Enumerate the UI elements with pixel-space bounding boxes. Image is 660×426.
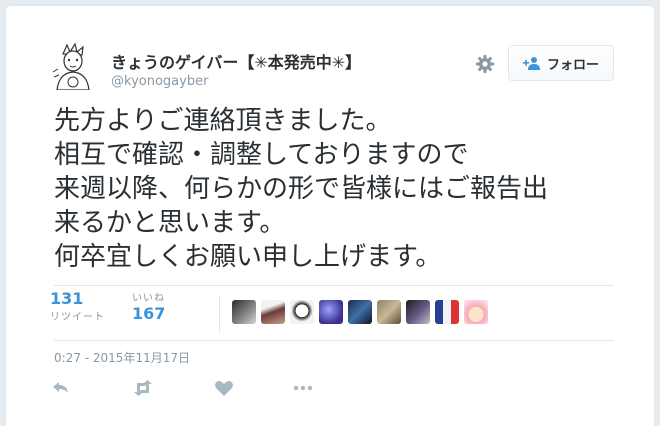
retweet-stat[interactable]: 131 リツイート xyxy=(50,289,105,323)
liker-avatar[interactable] xyxy=(290,300,314,324)
like-icon[interactable] xyxy=(213,379,235,397)
tweet-text: 先方よりご連絡頂きました。 相互で確認・調整しておりますので 来週以降、何らかの… xyxy=(54,104,634,274)
add-user-icon xyxy=(522,56,541,70)
liker-avatar[interactable] xyxy=(232,300,256,324)
like-label: いいね xyxy=(132,293,165,304)
stats-separator xyxy=(219,295,220,333)
liker-avatar[interactable] xyxy=(319,300,343,324)
liker-avatar[interactable] xyxy=(348,300,372,324)
gear-icon[interactable] xyxy=(475,54,495,74)
follow-button[interactable]: フォロー xyxy=(508,45,614,81)
more-icon[interactable] xyxy=(292,379,314,397)
author-display-name[interactable]: きょうのゲイバー【✳︎本発売中✳︎】 xyxy=(111,49,361,73)
follow-button-label: フォロー xyxy=(546,57,599,73)
like-count: 167 xyxy=(132,304,166,323)
liker-avatar[interactable] xyxy=(261,300,285,324)
retweet-label: リツイート xyxy=(50,312,105,323)
tweet-card: きょうのゲイバー【✳︎本発売中✳︎】 @kyonogayber フォロー 先方よ… xyxy=(5,5,655,426)
tweet-text-line: 来週以降、何らかの形で皆様にはご報告出 xyxy=(54,174,549,204)
tweet-text-line: 相互で確認・調整しておりますので xyxy=(54,140,469,170)
retweet-count: 131 xyxy=(50,289,84,308)
reply-icon[interactable] xyxy=(50,379,72,397)
retweet-icon[interactable] xyxy=(132,379,154,397)
tweet-text-line: 先方よりご連絡頂きました。 xyxy=(54,106,392,136)
avatar-illustration xyxy=(49,42,97,90)
like-stat[interactable]: いいね 167 xyxy=(132,289,165,323)
likers-avatars xyxy=(232,300,493,324)
tweet-text-line: 何卒宜しくお願い申し上げます。 xyxy=(54,242,442,272)
liker-avatar[interactable] xyxy=(406,300,430,324)
author-handle[interactable]: @kyonogayber xyxy=(111,74,208,89)
liker-avatar[interactable] xyxy=(435,300,459,324)
author-avatar[interactable] xyxy=(49,42,97,90)
tweet-timestamp[interactable]: 0:27 - 2015年11月17日 xyxy=(54,349,190,366)
stats-divider xyxy=(54,340,614,341)
tweet-text-line: 来るかと思います。 xyxy=(54,208,286,238)
liker-avatar[interactable] xyxy=(464,300,488,324)
stats-divider xyxy=(54,285,614,286)
liker-avatar[interactable] xyxy=(377,300,401,324)
